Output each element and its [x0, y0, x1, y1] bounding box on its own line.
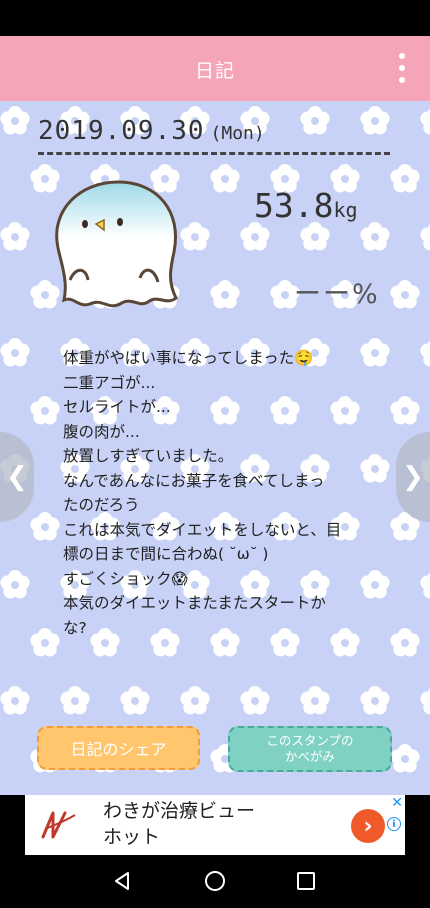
stamp-wallpaper-button[interactable]: このスタンプの かべがみ: [228, 726, 392, 772]
flower-decoration: [60, 686, 90, 715]
body-fat-display: ーー%: [294, 279, 380, 310]
clinic-logo-icon: [41, 811, 76, 839]
flower-decoration: [0, 570, 30, 599]
flower-decoration: [360, 454, 390, 483]
ad-line1: わきが治療ビュー: [103, 801, 256, 822]
flower-decoration: [300, 222, 330, 251]
flower-decoration: [390, 164, 420, 193]
flower-decoration: [360, 686, 390, 715]
stamp-button-line1: このスタンプの: [266, 733, 354, 748]
flower-decoration: [390, 396, 420, 425]
recents-icon[interactable]: [294, 869, 318, 893]
flower-decoration: [390, 744, 420, 773]
weight-display: 53.8kg: [254, 186, 358, 225]
flower-decoration: [240, 686, 270, 715]
flower-decoration: [420, 688, 430, 715]
flower-decoration: [390, 280, 420, 309]
flower-decoration: [0, 338, 30, 367]
ad-text: わきが治療ビュー ホット: [103, 799, 255, 851]
flower-decoration: [30, 512, 60, 541]
diary-body-text: 体重がやばい事になってしまった🤤 二重アゴが... セルライトが... 腹の肉が…: [63, 349, 342, 637]
diary-date: 2019.09.30 (Mon): [38, 116, 265, 146]
arrow-right-icon[interactable]: ›: [351, 809, 385, 843]
status-bar: [0, 0, 430, 36]
flower-decoration: [0, 222, 30, 251]
flower-decoration: [390, 628, 420, 657]
day-of-week: (Mon): [210, 123, 265, 144]
flower-decoration: [300, 686, 330, 715]
flower-decoration: [0, 686, 30, 715]
flower-decoration: [210, 280, 240, 309]
flower-decoration: [360, 106, 390, 135]
flower-decoration: [420, 108, 430, 135]
system-navigation-bar: [0, 855, 430, 908]
back-icon[interactable]: [110, 869, 134, 893]
date-text: 2019.09.30: [38, 116, 205, 146]
ad-banner[interactable]: わきが治療ビュー ホット › ✕ i: [25, 795, 405, 855]
weight-unit: kg: [333, 198, 358, 222]
ad-line2: ホット: [103, 827, 161, 848]
flower-decoration: [0, 106, 30, 135]
home-icon[interactable]: [203, 869, 227, 893]
flower-decoration: [30, 396, 60, 425]
flower-decoration: [360, 570, 390, 599]
date-divider: [38, 152, 390, 155]
stamp-button-line2: かべがみ: [284, 749, 335, 764]
flower-decoration: [240, 222, 270, 251]
flower-decoration: [120, 686, 150, 715]
flower-decoration: [420, 340, 430, 367]
app-header: 日記: [0, 36, 430, 101]
flower-decoration: [360, 338, 390, 367]
flower-decoration: [420, 224, 430, 251]
flower-decoration: [360, 222, 390, 251]
info-icon[interactable]: i: [387, 817, 401, 831]
flower-decoration: [210, 164, 240, 193]
flower-decoration: [180, 686, 210, 715]
chick-stamp-image: [55, 180, 178, 308]
page-title: 日記: [194, 60, 235, 82]
close-icon[interactable]: ✕: [391, 795, 403, 811]
flower-decoration: [420, 572, 430, 599]
share-diary-button[interactable]: 日記のシェア: [37, 726, 200, 770]
flower-decoration: [300, 106, 330, 135]
more-menu-icon[interactable]: [394, 50, 410, 86]
weight-value: 53.8: [254, 186, 334, 225]
flower-decoration: [30, 628, 60, 657]
